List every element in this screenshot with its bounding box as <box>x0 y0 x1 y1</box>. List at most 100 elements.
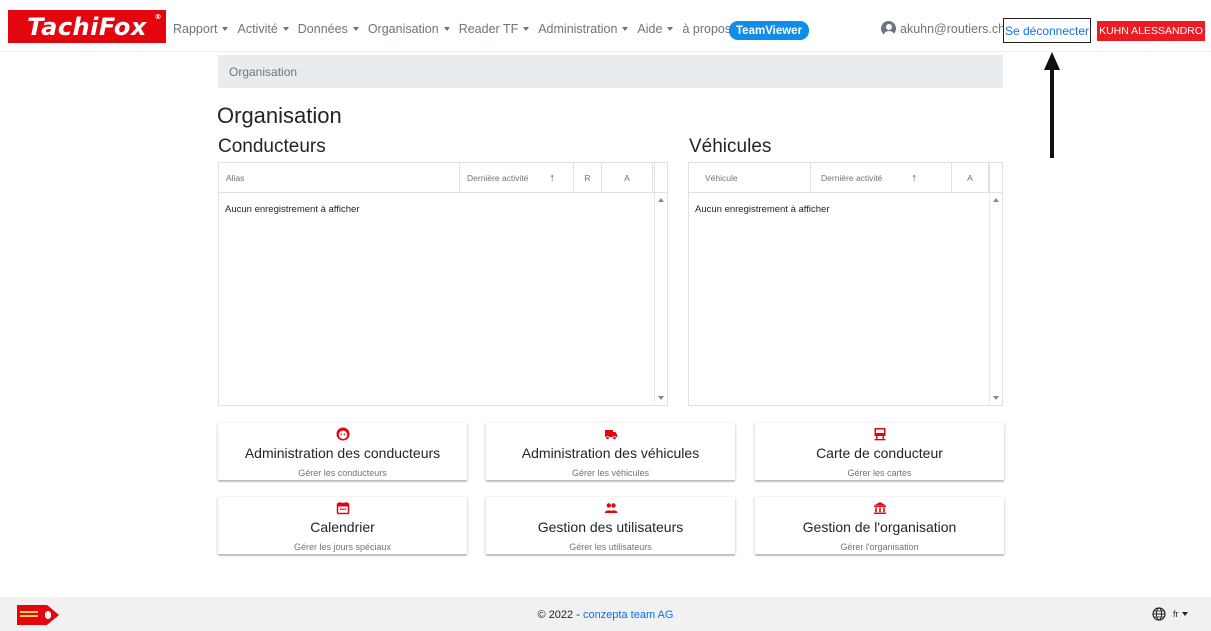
vehicles-grid: Véhicule Dernière activité ↑ A Aucun enr… <box>688 162 1003 406</box>
scroll-down-icon[interactable] <box>658 396 664 400</box>
menu-label: à propos <box>682 22 732 36</box>
card-title: Calendrier <box>310 519 375 535</box>
col-label: Alias <box>226 173 245 183</box>
caret-down-icon <box>282 27 289 31</box>
drivers-scrollbar[interactable] <box>654 193 667 405</box>
footer: © 2022 - conzepta team AG fr <box>0 597 1211 631</box>
copyright-text: © 2022 - <box>537 609 583 621</box>
menu-label: Administration <box>538 22 618 36</box>
caret-down-icon <box>1181 612 1188 616</box>
col-label: R <box>584 173 591 183</box>
driver-face-icon <box>336 427 349 441</box>
card-driver-admin[interactable]: Administration des conducteurs Gérer les… <box>218 423 467 480</box>
menu-activite[interactable]: Activité <box>237 22 289 36</box>
col-last-activity[interactable]: Dernière activité ↑ <box>460 163 574 193</box>
user-name-button[interactable]: KUHN ALESSANDRO <box>1097 21 1205 41</box>
sort-up-icon: ↑ <box>549 172 555 184</box>
sort-up-icon: ↑ <box>911 172 917 184</box>
page-title: Organisation <box>217 103 342 128</box>
col-last-activity[interactable]: Dernière activité ↑ <box>811 163 952 193</box>
drivers-empty-message: Aucun enregistrement à afficher <box>225 204 360 215</box>
col-label: A <box>967 173 973 183</box>
card-title: Gestion de l'organisation <box>802 519 957 535</box>
card-subtitle: Gérer les véhicules <box>571 468 650 478</box>
vehicles-scrollbar[interactable] <box>989 193 1002 405</box>
menu-donnees[interactable]: Données <box>298 22 359 36</box>
header-scroll-spacer <box>654 163 667 193</box>
menu-organisation[interactable]: Organisation <box>368 22 450 36</box>
card-user-management[interactable]: Gestion des utilisateurs Gérer les utili… <box>486 497 735 554</box>
user-email: akuhn@routiers.ch <box>900 21 1006 36</box>
card-organisation-management[interactable]: Gestion de l'organisation Gérer l'organi… <box>755 497 1004 554</box>
card-subtitle: Gérer les conducteurs <box>298 468 387 478</box>
scroll-up-icon[interactable] <box>993 198 999 202</box>
card-driver-card[interactable]: Carte de conducteur Gérer les cartes <box>755 423 1004 480</box>
card-reader-icon <box>874 428 885 441</box>
card-title: Gestion des utilisateurs <box>537 519 684 535</box>
language-selector[interactable]: fr <box>1152 607 1188 621</box>
col-r[interactable]: R <box>574 163 602 193</box>
bank-icon <box>873 502 886 514</box>
truck-icon <box>604 430 617 440</box>
col-vehicle[interactable]: Véhicule <box>689 163 811 193</box>
card-vehicle-admin[interactable]: Administration des véhicules Gérer les v… <box>486 423 735 480</box>
card-subtitle: Gérer les jours spéciaux <box>293 542 392 552</box>
users-icon <box>604 503 617 513</box>
drivers-title: Conducteurs <box>218 136 326 157</box>
menu-reader-tf[interactable]: Reader TF <box>459 22 530 36</box>
card-subtitle: Gérer l'organisation <box>840 542 919 552</box>
col-a[interactable]: A <box>602 163 653 193</box>
registered-mark: ® <box>154 13 162 21</box>
vehicles-title: Véhicules <box>689 136 772 157</box>
drivers-grid: Alias Dernière activité ↑ R A Aucun enre… <box>218 162 668 406</box>
user-circle-icon <box>881 21 896 36</box>
col-label: Dernière activité <box>821 173 883 183</box>
scroll-up-icon[interactable] <box>658 198 664 202</box>
annotation-arrow-shaft <box>1050 66 1054 158</box>
menu-rapport[interactable]: Rapport <box>173 22 229 36</box>
breadcrumb: Organisation <box>218 55 1003 88</box>
language-code: fr <box>1173 609 1179 619</box>
menu-label: Organisation <box>367 22 439 36</box>
vehicles-empty-message: Aucun enregistrement à afficher <box>695 204 830 215</box>
globe-icon <box>1152 607 1166 621</box>
footer-copyright: © 2022 - conzepta team AG <box>0 609 1211 621</box>
menu-label: Reader TF <box>458 22 519 36</box>
user-account[interactable]: akuhn@routiers.ch <box>881 21 1005 36</box>
col-label: Véhicule <box>705 173 738 183</box>
menu-aide[interactable]: Aide <box>637 22 674 36</box>
col-label: Dernière activité <box>467 173 529 183</box>
logout-button[interactable]: Se déconnecter <box>1003 18 1091 43</box>
caret-down-icon <box>443 27 450 31</box>
drivers-grid-header: Alias Dernière activité ↑ R A <box>219 163 667 193</box>
top-navbar: TachiFox ® Rapport Activité Données Orga… <box>0 0 1211 52</box>
caret-down-icon <box>352 27 359 31</box>
menu-label: Aide <box>637 22 663 36</box>
menu-administration[interactable]: Administration <box>538 22 629 36</box>
card-subtitle: Gérer les utilisateurs <box>569 542 652 552</box>
col-alias[interactable]: Alias <box>219 163 460 193</box>
header-scroll-spacer <box>989 163 1002 193</box>
breadcrumb-current: Organisation <box>229 64 298 79</box>
tachifox-logo[interactable]: TachiFox ® <box>8 10 166 43</box>
menu-label: Données <box>297 22 348 36</box>
scroll-down-icon[interactable] <box>993 396 999 400</box>
col-label: A <box>624 173 630 183</box>
card-subtitle: Gérer les cartes <box>847 468 912 478</box>
teamviewer-button[interactable]: TeamViewer <box>729 21 810 40</box>
vehicles-grid-header: Véhicule Dernière activité ↑ A <box>689 163 1002 193</box>
company-link[interactable]: conzepta team AG <box>583 609 674 621</box>
caret-down-icon <box>523 27 530 31</box>
card-calendar[interactable]: Calendrier Gérer les jours spéciaux <box>218 497 467 554</box>
calendar-icon <box>336 502 349 515</box>
menu-label: Rapport <box>173 22 218 36</box>
caret-down-icon <box>222 27 229 31</box>
card-title: Administration des véhicules <box>521 445 700 461</box>
menu-label: Activité <box>237 22 278 36</box>
caret-down-icon <box>667 27 674 31</box>
card-title: Administration des conducteurs <box>244 445 441 461</box>
col-a[interactable]: A <box>952 163 989 193</box>
card-title: Carte de conducteur <box>816 445 943 461</box>
caret-down-icon <box>622 27 629 31</box>
main-menu: Rapport Activité Données Organisation Re… <box>173 22 751 36</box>
